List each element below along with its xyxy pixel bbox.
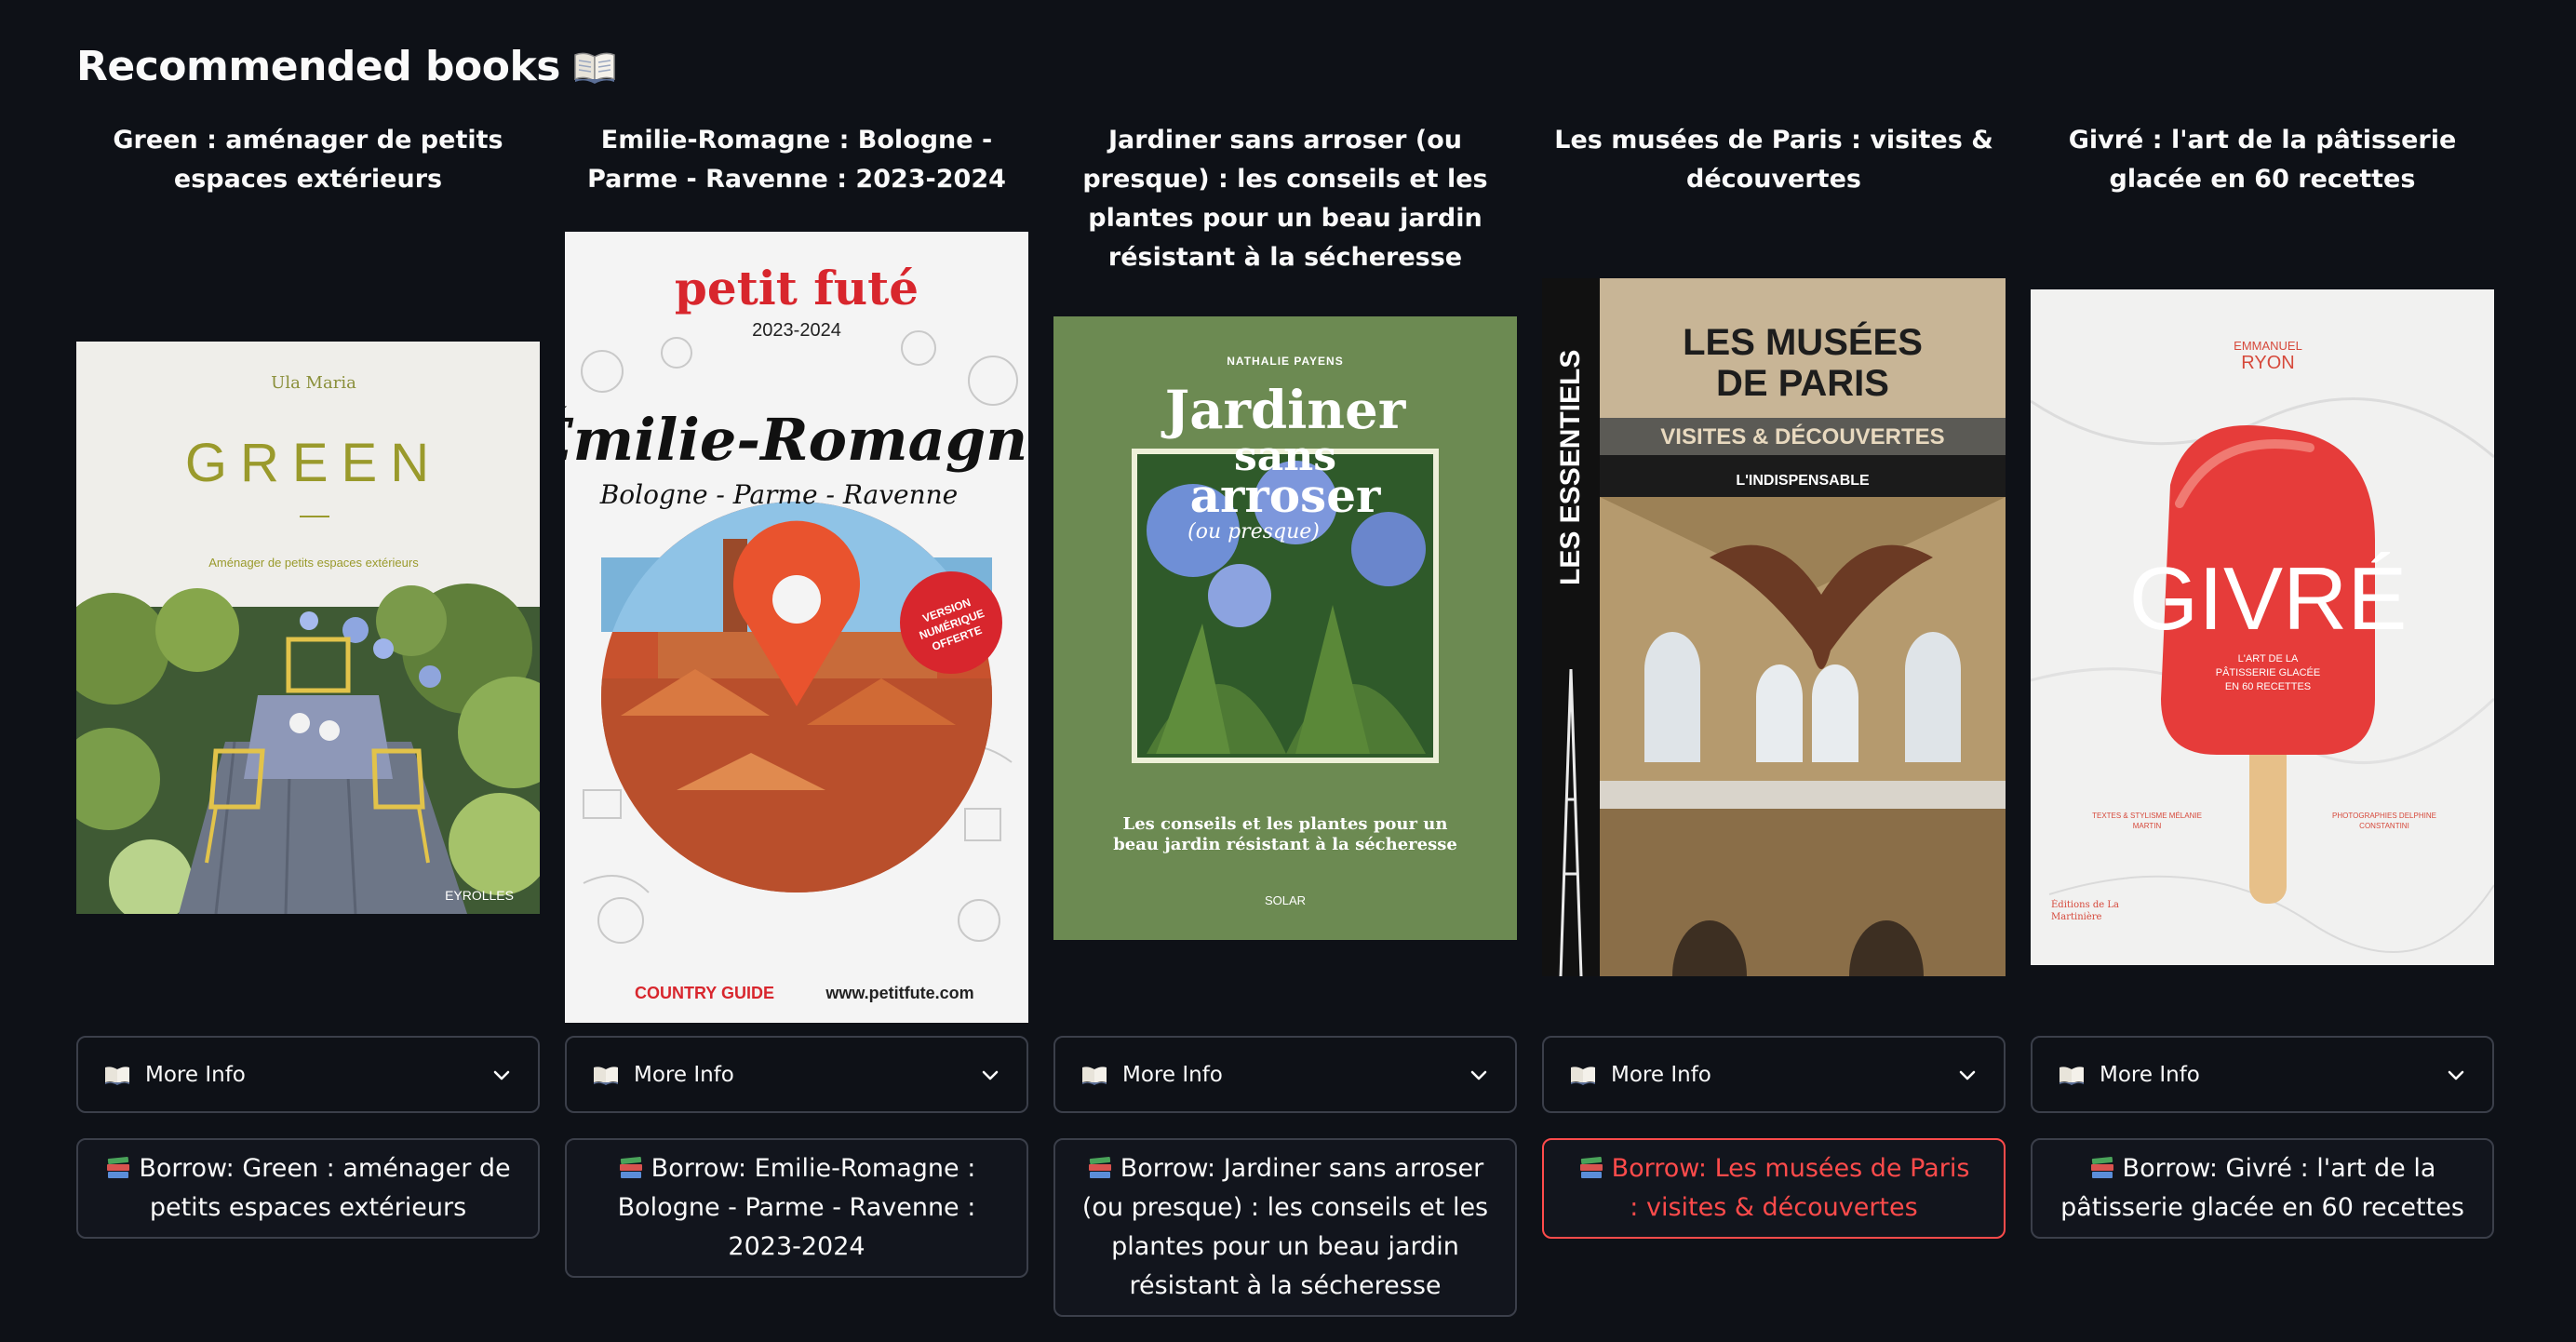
cover-sub-2: PÂTISSERIE GLACÉE [2216,666,2320,678]
book-cover-image: LES ESSENTIELS LES MUSÉES DE PARIS VISIT… [1542,278,2006,976]
book-title: Green : aménager de petits espaces extér… [113,126,503,194]
borrow-button[interactable]: Borrow: Emilie-Romagne : Bologne - Parme… [565,1138,1028,1278]
chevron-down-icon[interactable] [1957,1065,1978,1085]
book-cover-image: petit futé 2023-2024 milie-Romagn Bologn… [565,232,1028,1023]
books-stack-icon [1088,1156,1111,1178]
chevron-down-icon[interactable] [980,1065,1000,1085]
borrow-label: Borrow: Green : aménager de petits espac… [139,1154,511,1222]
borrow-button[interactable]: Borrow: Les musées de Paris : visites & … [1542,1138,2006,1239]
cover-title-3: arroser [1190,468,1381,523]
book-card-5: Givré : l'art de la pâtisserie glacée en… [2031,0,2494,1342]
borrow-label: Borrow: Jardiner sans arroser (ou presqu… [1081,1154,1489,1300]
borrow-label: Borrow: Givré : l'art de la pâtisserie g… [2060,1154,2464,1222]
cover-title-1: LES MUSÉES [1683,321,1923,363]
book-cover[interactable]: LES ESSENTIELS LES MUSÉES DE PARIS VISIT… [1542,278,2006,976]
book-cover[interactable]: NATHALIE PAYENS Jardiner sans arroser (o… [1053,316,1517,940]
chevron-down-icon[interactable] [491,1065,512,1085]
cover-brand: petit futé [675,261,919,315]
cover-publisher: EYROLLES [445,888,514,903]
more-info-label: More Info [1122,1062,1223,1087]
book-cover-image: EMMANUEL RYON GIVRÉ L'ART DE LA PÂTISSER… [2031,289,2494,965]
book-cover[interactable]: Ula Maria GREEN Aménager de petits espac… [76,342,540,914]
book-title: Givré : l'art de la pâtisserie glacée en… [2068,126,2457,194]
book-card-3: Jardiner sans arroser (ou presque) : les… [1053,0,1517,1342]
more-info-expander[interactable]: More Info [2031,1036,2494,1113]
cover-author: Ula Maria [271,373,356,393]
open-book-icon [105,1066,129,1085]
cover-sub-3: EN 60 RECETTES [2225,681,2311,692]
cover-series: LES ESSENTIELS [1555,350,1586,585]
cover-tag: L'INDISPENSABLE [1736,473,1870,489]
open-book-icon [1082,1066,1107,1085]
book-title: Les musées de Paris : visites & découver… [1554,126,1993,194]
cover-author-1: EMMANUEL [2234,339,2302,353]
book-cover[interactable]: EMMANUEL RYON GIVRÉ L'ART DE LA PÂTISSER… [2031,289,2494,965]
cover-footer-left: COUNTRY GUIDE [635,984,774,1002]
cover-credit-left: TEXTES & STYLISME MÉLANIE MARTIN [2092,812,2202,830]
cover-title-4: (ou presque) [1187,520,1320,544]
book-card-1: Green : aménager de petits espaces extér… [76,0,540,1342]
borrow-button[interactable]: Borrow: Green : aménager de petits espac… [76,1138,540,1239]
more-info-expander[interactable]: More Info [1053,1036,1517,1113]
more-info-label: More Info [145,1062,246,1087]
cover-title: Émilie-Romagne [565,406,1028,474]
cover-subtitle: Bologne - Parme - Ravenne [599,479,959,510]
more-info-expander[interactable]: More Info [565,1036,1028,1113]
cover-title: GIVRÉ [2129,549,2408,649]
cover-author-2: RYON [2241,353,2294,373]
cover-subtitle: Aménager de petits espaces extérieurs [208,556,419,570]
more-info-expander[interactable]: More Info [1542,1036,2006,1113]
cover-subtitle: VISITES & DÉCOUVERTES [1660,423,1944,450]
cover-year: 2023-2024 [752,320,841,341]
more-info-label: More Info [634,1062,734,1087]
book-title: Emilie-Romagne : Bologne - Parme - Raven… [587,126,1006,194]
more-info-expander[interactable]: More Info [76,1036,540,1113]
more-info-label: More Info [1611,1062,1711,1087]
cover-title: GREEN [185,433,442,493]
book-title: Jardiner sans arroser (ou presque) : les… [1082,126,1488,272]
open-book-icon [594,1066,618,1085]
cover-title-2: DE PARIS [1716,363,1889,404]
borrow-button[interactable]: Borrow: Givré : l'art de la pâtisserie g… [2031,1138,2494,1239]
open-book-icon [2059,1066,2084,1085]
cover-credit-right: PHOTOGRAPHIES DELPHINE CONSTANTINI [2332,812,2436,830]
book-card-4: Les musées de Paris : visites & découver… [1542,0,2006,1342]
book-cover-image: Ula Maria GREEN Aménager de petits espac… [76,342,540,914]
cover-publisher: SOLAR [1265,893,1306,907]
books-stack-icon [1579,1156,1603,1178]
chevron-down-icon[interactable] [1469,1065,1489,1085]
books-stack-icon [107,1156,130,1178]
page: Recommended books Green : aménager de pe… [0,0,2576,1342]
books-stack-icon [619,1156,642,1178]
borrow-button[interactable]: Borrow: Jardiner sans arroser (ou presqu… [1053,1138,1517,1317]
book-cover[interactable]: petit futé 2023-2024 milie-Romagn Bologn… [565,232,1028,1023]
cover-footer-right: www.petitfute.com [825,984,973,1002]
book-card-2: Emilie-Romagne : Bologne - Parme - Raven… [565,0,1028,1342]
chevron-down-icon[interactable] [2446,1065,2466,1085]
cover-author: NATHALIE PAYENS [1227,355,1343,368]
borrow-label: Borrow: Les musées de Paris : visites & … [1611,1154,1970,1222]
cover-publisher: Éditions de La Martinière [2051,900,2119,922]
borrow-label: Borrow: Emilie-Romagne : Bologne - Parme… [617,1154,976,1261]
books-stack-icon [2090,1156,2113,1178]
cover-tagline: Les conseils et les plantes pour un beau… [1113,814,1457,854]
open-book-icon [1571,1066,1595,1085]
cover-sub-1: L'ART DE LA [2238,653,2299,664]
more-info-label: More Info [2100,1062,2200,1087]
book-cover-image: NATHALIE PAYENS Jardiner sans arroser (o… [1053,316,1517,940]
